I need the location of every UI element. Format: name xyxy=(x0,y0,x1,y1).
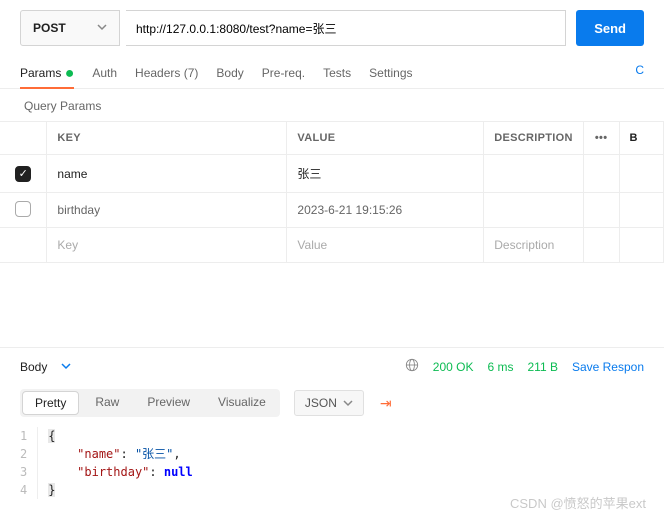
response-tab-body[interactable]: Body xyxy=(20,360,47,374)
col-desc: DESCRIPTION xyxy=(484,122,583,155)
viewer-tab-visualize[interactable]: Visualize xyxy=(204,389,280,417)
bulk-edit-link[interactable]: B xyxy=(619,122,663,155)
tab-auth[interactable]: Auth xyxy=(92,60,117,88)
row-checkbox[interactable] xyxy=(15,201,31,217)
param-key-placeholder[interactable]: Key xyxy=(47,228,287,263)
params-table: KEY VALUE DESCRIPTION ••• B name 张三 birt… xyxy=(0,121,664,263)
globe-icon[interactable] xyxy=(405,358,419,375)
modified-dot-icon: ● xyxy=(65,65,75,82)
chevron-down-icon[interactable] xyxy=(61,360,71,374)
col-value: VALUE xyxy=(287,122,484,155)
table-row: birthday 2023-6-21 19:15:26 xyxy=(0,193,664,228)
viewer-tab-pretty[interactable]: Pretty xyxy=(22,391,79,415)
chevron-down-icon xyxy=(97,21,107,35)
response-size: 211 B xyxy=(527,360,557,374)
param-desc-placeholder[interactable]: Description xyxy=(484,228,583,263)
param-key[interactable]: name xyxy=(47,155,287,193)
response-body[interactable]: 1234 { "name": "张三", "birthday": null } xyxy=(0,423,664,503)
request-tabs: Params ● Auth Headers (7) Body Pre-req. … xyxy=(0,60,664,89)
url-input[interactable] xyxy=(126,10,566,46)
http-method-label: POST xyxy=(33,21,66,35)
tab-params[interactable]: Params ● xyxy=(20,60,74,88)
viewer-tab-preview[interactable]: Preview xyxy=(133,389,204,417)
more-options-icon[interactable]: ••• xyxy=(583,122,619,155)
cookies-link[interactable]: C xyxy=(635,63,644,85)
viewer-tab-raw[interactable]: Raw xyxy=(81,389,133,417)
param-value-placeholder[interactable]: Value xyxy=(287,228,484,263)
query-params-label: Query Params xyxy=(0,89,664,121)
chevron-down-icon xyxy=(343,398,353,408)
table-row-new: Key Value Description xyxy=(0,228,664,263)
response-bar: Body 200 OK 6 ms 211 B Save Respon xyxy=(0,347,664,383)
wrap-lines-icon[interactable]: ⇥ xyxy=(374,391,398,416)
param-value[interactable]: 张三 xyxy=(287,155,484,193)
format-select[interactable]: JSON xyxy=(294,390,364,416)
send-button[interactable]: Send xyxy=(576,10,644,46)
param-value[interactable]: 2023-6-21 19:15:26 xyxy=(287,193,484,228)
tab-headers[interactable]: Headers (7) xyxy=(135,60,198,88)
save-response-button[interactable]: Save Respon xyxy=(572,360,644,374)
param-desc[interactable] xyxy=(484,193,583,228)
response-time: 6 ms xyxy=(487,360,513,374)
tab-tests[interactable]: Tests xyxy=(323,60,351,88)
http-method-select[interactable]: POST xyxy=(20,10,120,46)
tab-prereq[interactable]: Pre-req. xyxy=(262,60,305,88)
param-key[interactable]: birthday xyxy=(47,193,287,228)
viewer-tabs: Pretty Raw Preview Visualize JSON ⇥ xyxy=(0,383,664,423)
line-numbers: 1234 xyxy=(20,427,37,499)
json-content: { "name": "张三", "birthday": null } xyxy=(37,427,193,499)
col-key: KEY xyxy=(47,122,287,155)
param-desc[interactable] xyxy=(484,155,583,193)
tab-body[interactable]: Body xyxy=(216,60,243,88)
tab-settings[interactable]: Settings xyxy=(369,60,412,88)
table-row: name 张三 xyxy=(0,155,664,193)
status-code: 200 OK xyxy=(433,360,474,374)
row-checkbox[interactable] xyxy=(15,166,31,182)
